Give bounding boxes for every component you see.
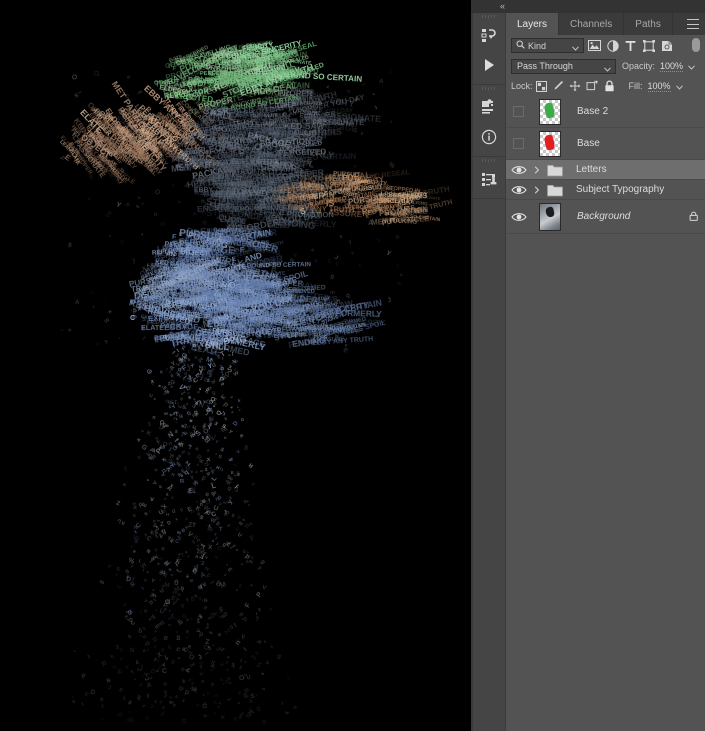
right-dock: « Layers Channels Paths Kind Pass Throug… — [471, 0, 705, 731]
empty-visibility-box — [513, 138, 524, 149]
rail-group-properties — [473, 85, 505, 157]
empty-visibility-box — [513, 106, 524, 117]
info-icon[interactable] — [473, 122, 505, 152]
tab-paths-label: Paths — [635, 18, 661, 30]
photo-subject — [545, 205, 556, 218]
lock-row: Lock: Fill: 100% — [506, 76, 705, 96]
background-photo-thumbnail — [540, 203, 560, 230]
icon-rail — [473, 13, 505, 731]
lock-image-pixels-icon[interactable] — [550, 79, 567, 94]
rail-group-clone-source — [473, 157, 505, 199]
tab-layers[interactable]: Layers — [506, 13, 560, 35]
typographic-artwork: PACKAGE PASSIONATE PURSUIT ELDERLY M P PROMOTI… — [57, 38, 453, 726]
tab-paths[interactable]: Paths — [624, 13, 673, 35]
layer-list[interactable]: Base 2 Base Letters Subject Typography Backg… — [506, 96, 705, 234]
layer-thumbnail[interactable] — [531, 98, 569, 125]
tab-channels-label: Channels — [570, 18, 613, 30]
lock-label: Lock: — [511, 81, 533, 91]
chevron-down-icon — [604, 64, 611, 74]
opacity-chevron-down-icon[interactable] — [688, 57, 695, 75]
collapse-panels-icon[interactable]: « — [493, 1, 511, 12]
layer-row-background[interactable]: Background — [506, 200, 705, 234]
chevron-down-icon — [572, 43, 579, 53]
rail-grip[interactable] — [473, 85, 505, 92]
layer-row-letters[interactable]: Letters — [506, 160, 705, 180]
layer-locked-icon — [683, 211, 705, 222]
lock-position-icon[interactable] — [567, 79, 584, 94]
layer-filter-row: Kind — [506, 35, 705, 56]
layer-thumbnail[interactable] — [531, 202, 569, 231]
rail-group-history — [473, 13, 505, 85]
layer-row-subject-typography[interactable]: Subject Typography — [506, 180, 705, 200]
filter-pixel-icon[interactable] — [587, 38, 602, 53]
layer-name-label: Letters — [576, 164, 607, 175]
lock-all-icon[interactable] — [601, 79, 618, 94]
layer-visibility-off-icon[interactable] — [506, 128, 531, 159]
group-disclosure-arrow-icon[interactable] — [531, 185, 542, 194]
panel-menu-icon[interactable] — [687, 19, 699, 29]
fill-value[interactable]: 100% — [647, 81, 671, 92]
layer-row-base-2[interactable]: Base 2 — [506, 96, 705, 128]
layer-name-label: Base 2 — [577, 106, 609, 117]
opacity-value[interactable]: 100% — [660, 61, 684, 72]
folder-icon — [542, 183, 568, 197]
blend-mode-row: Pass Through Opacity: 100% — [506, 56, 705, 76]
layer-name-label: Background — [577, 211, 631, 222]
layer-thumbnail[interactable] — [531, 130, 569, 157]
play-action-icon[interactable] — [473, 50, 505, 80]
layer-visibility-eye-icon[interactable] — [506, 200, 531, 233]
layers-panel: Layers Channels Paths Kind Pass Through … — [506, 13, 705, 731]
search-icon — [516, 40, 525, 51]
clone-source-icon[interactable] — [473, 164, 505, 194]
tab-channels[interactable]: Channels — [559, 13, 625, 35]
fill-chevron-down-icon[interactable] — [675, 77, 683, 95]
layer-name-label: Base — [577, 138, 600, 149]
lock-transparent-pixels-icon[interactable] — [533, 79, 550, 94]
tab-layers-label: Layers — [517, 18, 548, 30]
filter-smart-object-icon[interactable] — [659, 38, 674, 53]
rail-grip[interactable] — [473, 157, 505, 164]
filter-enable-toggle[interactable] — [692, 38, 700, 52]
blend-mode-value: Pass Through — [517, 61, 573, 71]
document-canvas[interactable]: PACKAGE PASSIONATE PURSUIT ELDERLY M P PROMOTI… — [0, 0, 471, 731]
lock-artboard-nesting-icon[interactable] — [584, 79, 601, 94]
filter-shape-icon[interactable] — [641, 38, 656, 53]
panel-tab-strip: Layers Channels Paths — [506, 13, 705, 35]
transparency-checker — [540, 131, 560, 156]
layers-panel-body: Kind Pass Through Opacity: 100% Lock: Fi… — [506, 35, 705, 731]
layer-name-label: Subject Typography — [576, 184, 665, 195]
properties-icon[interactable] — [473, 92, 505, 122]
layer-visibility-off-icon[interactable] — [506, 96, 531, 127]
filter-kind-label: Kind — [528, 40, 547, 51]
dock-titlebar: « — [471, 0, 705, 13]
folder-icon — [542, 163, 568, 177]
rail-grip[interactable] — [473, 13, 505, 20]
filter-type-icon[interactable] — [623, 38, 638, 53]
opacity-label: Opacity: — [622, 61, 656, 71]
blend-mode-select[interactable]: Pass Through — [511, 58, 616, 74]
layer-visibility-eye-icon[interactable] — [506, 160, 531, 179]
photoshop-window: PACKAGE PASSIONATE PURSUIT ELDERLY M P PROMOTI… — [0, 0, 705, 731]
filter-adjustment-icon[interactable] — [605, 38, 620, 53]
layer-content-blob — [544, 102, 556, 119]
layer-content-blob — [544, 134, 556, 151]
fill-label: Fill: — [628, 81, 643, 91]
filter-kind-select[interactable]: Kind — [511, 38, 584, 53]
layer-visibility-eye-icon[interactable] — [506, 180, 531, 199]
layer-row-base[interactable]: Base — [506, 128, 705, 160]
transparency-checker — [540, 99, 560, 124]
group-disclosure-arrow-icon[interactable] — [531, 165, 542, 174]
history-icon[interactable] — [473, 20, 505, 50]
